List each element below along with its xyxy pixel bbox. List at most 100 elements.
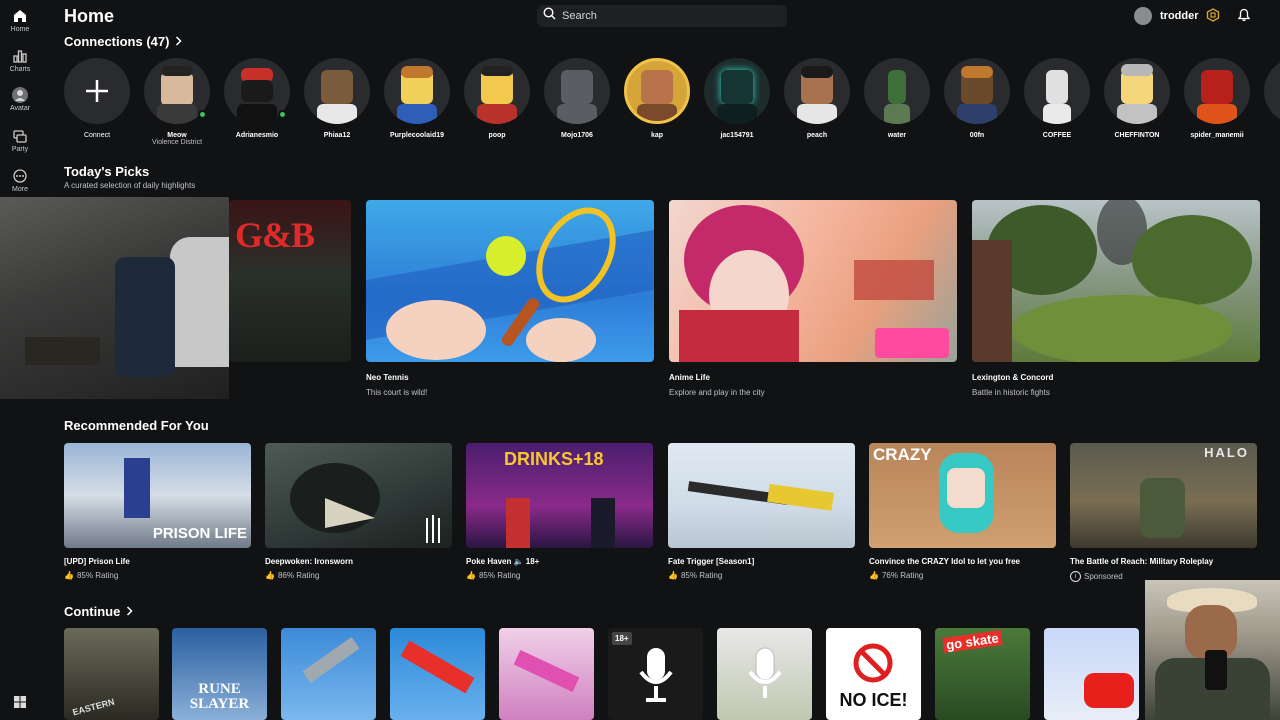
- continue-card[interactable]: [281, 628, 376, 720]
- windows-start-icon[interactable]: [14, 695, 26, 708]
- friend-name: spider_manemii: [1190, 132, 1244, 139]
- info-icon[interactable]: i: [1070, 571, 1081, 582]
- connect-button[interactable]: Connect: [63, 58, 131, 139]
- connections-heading[interactable]: Connections (47): [64, 34, 183, 49]
- friend-avatar: [464, 58, 530, 124]
- lexington-art: [972, 200, 1252, 362]
- deepwoken-art: [290, 463, 440, 543]
- friend-name: Mojo1706: [561, 132, 593, 139]
- continue-card[interactable]: EASTERN: [64, 628, 159, 720]
- pick-card[interactable]: Lexington & Concord Battle in historic f…: [972, 200, 1260, 397]
- chevron-right-icon: [175, 34, 183, 49]
- pick-thumbnail-text: G&B: [235, 215, 315, 255]
- sidebar-item-home[interactable]: Home: [0, 8, 40, 33]
- friend-item-partial[interactable]: [1263, 58, 1280, 124]
- continue-heading[interactable]: Continue: [64, 604, 133, 619]
- friend-item[interactable]: CHEFFINTON: [1103, 58, 1171, 139]
- sponsored-label: Sponsored: [1084, 572, 1123, 581]
- continue-card[interactable]: [499, 628, 594, 720]
- user-profile-button[interactable]: trodder: [1134, 5, 1199, 27]
- rating-text: 85% Rating: [680, 571, 723, 580]
- sidebar-item-party[interactable]: Party: [0, 128, 40, 153]
- friend-item[interactable]: Purplecoolaid19: [383, 58, 451, 139]
- recommended-title: Recommended For You: [64, 418, 209, 433]
- game-thumbnail: PRISON LIFE: [64, 443, 251, 548]
- friend-item[interactable]: COFFEE: [1023, 58, 1091, 139]
- friend-avatar: [1184, 58, 1250, 124]
- plus-icon: [86, 80, 108, 102]
- friend-item[interactable]: poop: [463, 58, 531, 139]
- game-card[interactable]: PRISON LIFE [UPD] Prison Life 👍 85% Ratin…: [64, 443, 251, 580]
- friend-item[interactable]: spider_manemii: [1183, 58, 1251, 139]
- age-badge: 18+: [612, 632, 632, 645]
- continue-card[interactable]: [390, 628, 485, 720]
- pick-description: Explore and play in the city: [669, 388, 765, 397]
- search-input[interactable]: Search: [537, 5, 787, 27]
- thumbs-up-icon: 👍: [466, 571, 476, 580]
- game-rating: 👍 85% Rating: [668, 571, 855, 580]
- friend-avatar: [624, 58, 690, 124]
- sidebar-item-more[interactable]: More: [0, 168, 40, 193]
- friend-avatar: [944, 58, 1010, 124]
- search-icon: [543, 7, 556, 25]
- friend-avatar: [304, 58, 370, 124]
- sidebar-item-avatar[interactable]: Avatar: [0, 87, 40, 112]
- continue-card[interactable]: go skate: [935, 628, 1030, 720]
- notification-bell-icon[interactable]: [1237, 8, 1253, 24]
- connections-list: Connect Meow Violence District Adrianesm…: [63, 58, 1280, 153]
- friend-item[interactable]: kap: [623, 58, 691, 139]
- game-card[interactable]: Fate Trigger [Season1] 👍 85% Rating: [668, 443, 855, 580]
- game-card[interactable]: Deepwoken: Ironsworn 👍 86% Rating: [265, 443, 452, 580]
- friend-name: Phiaa12: [323, 132, 351, 139]
- game-card[interactable]: CRAZY Convince the CRAZY Idol to let you…: [869, 443, 1056, 580]
- microphone-icon: [638, 646, 674, 711]
- pick-title: Anime Life: [669, 373, 710, 382]
- sidebar-item-label: Party: [11, 146, 29, 153]
- continue-card[interactable]: RUNE SLAYER: [172, 628, 267, 720]
- friend-item[interactable]: Meow Violence District: [143, 58, 211, 146]
- friend-avatar: [1024, 58, 1090, 124]
- friend-item[interactable]: Mojo1706: [543, 58, 611, 139]
- continue-title: Continue: [64, 604, 121, 619]
- friend-name: 00fn: [969, 132, 985, 139]
- game-thumbnail-text: CRAZY: [873, 445, 932, 464]
- game-title: [UPD] Prison Life: [64, 557, 130, 566]
- sidebar-item-label: More: [12, 186, 28, 193]
- friend-item[interactable]: peach: [783, 58, 851, 139]
- game-thumbnail: DRINKS+18: [466, 443, 653, 548]
- friend-item[interactable]: Phiaa12: [303, 58, 371, 139]
- game-thumbnail: CRAZY: [869, 443, 1056, 548]
- sidebar-item-charts[interactable]: Charts: [0, 48, 40, 73]
- continue-card[interactable]: [1044, 628, 1139, 720]
- friend-avatar: [704, 58, 770, 124]
- friend-item[interactable]: water: [863, 58, 931, 139]
- friend-status: Violence District: [151, 139, 203, 146]
- rating-text: 85% Rating: [76, 571, 119, 580]
- pick-card[interactable]: Anime Life Explore and play in the city: [669, 200, 957, 397]
- pick-card-partial[interactable]: G&B: [229, 200, 351, 362]
- continue-thumbnail-text: EASTERN: [71, 696, 116, 718]
- chevron-right-icon: [126, 604, 133, 619]
- friend-avatar: [1104, 58, 1170, 124]
- continue-card[interactable]: [717, 628, 812, 720]
- pick-description: Battle in historic fights: [972, 388, 1050, 397]
- sidebar-item-label: Charts: [9, 66, 31, 73]
- game-rating: 👍 76% Rating: [869, 571, 1056, 580]
- continue-card[interactable]: 18+: [608, 628, 703, 720]
- friend-item[interactable]: Adrianesmio: [223, 58, 291, 139]
- friend-name: CHEFFINTON: [1114, 132, 1160, 139]
- friend-item[interactable]: 00fn: [943, 58, 1011, 139]
- pick-description: This court is wild!: [366, 388, 428, 397]
- friend-name: peach: [806, 132, 828, 139]
- game-title: Fate Trigger [Season1]: [668, 557, 755, 566]
- connections-title: Connections (47): [64, 34, 170, 49]
- robux-icon[interactable]: [1206, 8, 1222, 24]
- game-card[interactable]: HALO The Battle of Reach: Military Rolep…: [1070, 443, 1257, 582]
- pick-card[interactable]: Neo Tennis This court is wild!: [366, 200, 654, 397]
- game-title: Poke Haven 🔈 18+: [466, 557, 540, 566]
- friend-item[interactable]: jac154791: [703, 58, 771, 139]
- rifle-art: [687, 481, 835, 511]
- continue-card[interactable]: NO ICE!: [826, 628, 921, 720]
- online-indicator: [198, 110, 207, 119]
- game-card[interactable]: DRINKS+18 Poke Haven 🔈 18+ 👍 85% Rating: [466, 443, 653, 580]
